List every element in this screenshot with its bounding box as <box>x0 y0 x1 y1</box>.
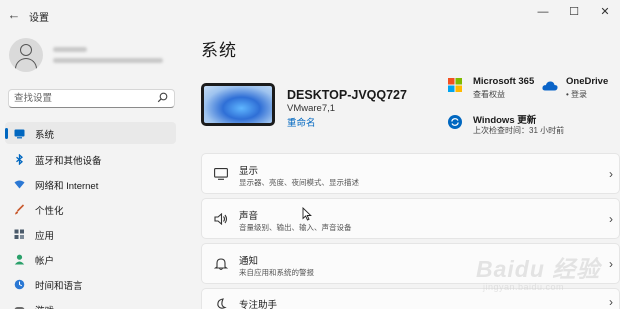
sidebar-item-label: 系统 <box>35 130 55 141</box>
maximize-button[interactable]: ☐ <box>563 4 585 20</box>
minimize-button[interactable]: — <box>532 4 554 20</box>
sidebar-item-label: 应用 <box>35 231 55 242</box>
sidebar-item-apps[interactable]: 应用 <box>5 223 176 245</box>
rename-link[interactable]: 重命名 <box>287 115 316 129</box>
card-subtitle: 来自应用和系统的警报 <box>239 268 314 277</box>
speaker-icon <box>214 213 228 225</box>
sidebar-item-personalization[interactable]: 个性化 <box>5 198 176 220</box>
card-sound[interactable]: 声音 音量级别、输出、输入、声音设备 › <box>201 198 620 239</box>
sidebar-item-gaming[interactable]: 游戏 <box>5 298 176 309</box>
chevron-right-icon: › <box>609 167 613 181</box>
card-title: 声音 <box>239 211 259 222</box>
blurred-account-email <box>53 58 163 63</box>
avatar[interactable] <box>9 38 43 72</box>
search-input[interactable] <box>9 90 149 107</box>
search-box[interactable] <box>8 89 175 108</box>
active-indicator <box>5 128 8 139</box>
sidebar-item-bluetooth[interactable]: 蓝牙和其他设备 <box>5 148 176 170</box>
page-title: 系统 <box>201 41 237 60</box>
onedrive-title[interactable]: OneDrive <box>566 76 608 87</box>
apps-icon <box>14 229 24 239</box>
card-title: 显示 <box>239 166 259 177</box>
bell-icon <box>214 258 228 270</box>
app-title: 设置 <box>29 13 49 24</box>
microsoft-365-subtitle: 查看权益 <box>473 90 505 99</box>
close-button[interactable]: ✕ <box>594 4 616 20</box>
wallpaper-preview <box>204 86 272 123</box>
sidebar-item-network[interactable]: 网络和 Internet <box>5 173 176 195</box>
card-title: 通知 <box>239 256 259 267</box>
windows-update-subtitle: 上次检查时间：31 小时前 <box>473 126 565 135</box>
avatar-body <box>15 58 37 72</box>
blurred-account-name <box>53 47 87 52</box>
sidebar-item-time-language[interactable]: 时间和语言 <box>5 273 176 295</box>
device-name: DESKTOP-JVQQ727 <box>287 88 407 102</box>
watermark-url: jingyan.baidu.com <box>483 282 565 292</box>
sidebar-item-label: 帐户 <box>35 256 55 267</box>
globe-clock-icon <box>14 279 25 290</box>
account-icon <box>14 254 25 265</box>
game-icon <box>14 307 25 309</box>
microsoft-365-title[interactable]: Microsoft 365 <box>473 76 534 87</box>
microsoft-365-icon[interactable] <box>448 78 462 92</box>
card-display[interactable]: 显示 显示器、亮度、夜间模式、显示描述 › <box>201 153 620 194</box>
sidebar-item-label: 蓝牙和其他设备 <box>35 156 102 167</box>
onedrive-subtitle: • 登录 <box>566 90 588 99</box>
sidebar-item-label: 网络和 Internet <box>35 181 99 192</box>
moon-icon <box>217 298 227 309</box>
title-bar: ← 设置 — ☐ ✕ <box>0 0 620 30</box>
baidu-watermark: Baidu 经验 jingyan.baidu.com <box>476 250 616 300</box>
chevron-right-icon: › <box>609 212 613 226</box>
avatar-head <box>20 44 32 56</box>
windows-update-icon[interactable] <box>448 115 462 129</box>
sidebar-item-accounts[interactable]: 帐户 <box>5 248 176 270</box>
onedrive-icon[interactable] <box>542 80 558 91</box>
sidebar-item-label: 个性化 <box>35 206 64 217</box>
sidebar-item-system[interactable]: 系统 <box>5 122 176 144</box>
wifi-icon <box>14 180 25 189</box>
mouse-cursor-icon <box>302 207 312 221</box>
device-model: VMware7,1 <box>287 103 336 114</box>
sidebar-item-label: 时间和语言 <box>35 281 83 292</box>
sidebar-item-label: 游戏 <box>35 303 54 309</box>
back-button[interactable]: ← <box>6 7 22 23</box>
card-subtitle: 显示器、亮度、夜间模式、显示描述 <box>239 178 359 187</box>
card-subtitle: 音量级别、输出、输入、声音设备 <box>239 223 352 232</box>
display-icon <box>14 129 25 139</box>
device-thumbnail <box>201 83 275 126</box>
bluetooth-icon <box>16 154 23 165</box>
watermark-logo: Baidu 经验 <box>476 256 601 282</box>
monitor-icon <box>214 168 228 180</box>
card-title: 专注助手 <box>239 300 278 309</box>
search-icon[interactable] <box>157 92 169 104</box>
brush-icon <box>15 204 25 215</box>
windows-update-title[interactable]: Windows 更新 <box>473 112 536 126</box>
